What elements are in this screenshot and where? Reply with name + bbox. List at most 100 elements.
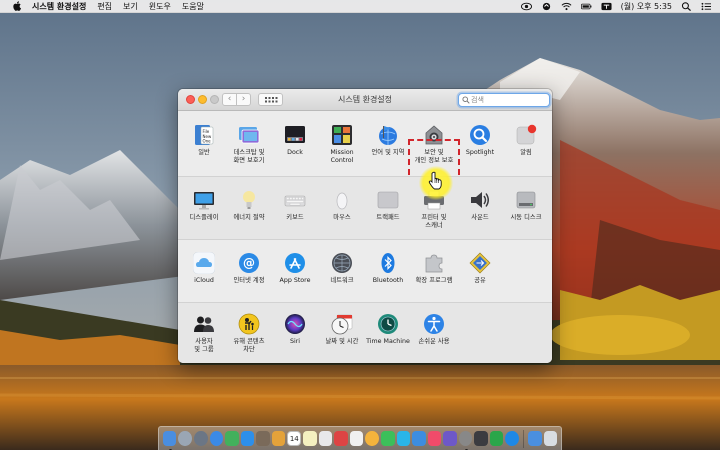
icloud-icon — [192, 251, 216, 275]
pane-accessibility[interactable]: 손쉬운 사용 — [410, 313, 458, 346]
menu-view[interactable]: 보기 — [123, 1, 138, 12]
pane-energy-saver[interactable]: 에너지 절약 — [225, 189, 273, 222]
downloads-folder-icon[interactable] — [527, 431, 542, 446]
pane-extensions[interactable]: 확장 프로그램 — [410, 252, 458, 285]
pane-mouse[interactable]: 마우스 — [318, 189, 366, 222]
pane-icloud[interactable]: iCloud — [180, 251, 228, 285]
startup-disk-icon — [515, 189, 537, 211]
wifi-icon[interactable] — [561, 2, 572, 11]
pane-time-machine[interactable]: Time Machine — [364, 313, 412, 346]
pane-label: Spotlight — [465, 149, 495, 156]
pane-label: Dock — [287, 149, 303, 156]
pane-language-region[interactable]: 언어 및 지역 — [364, 124, 412, 157]
music-icon[interactable] — [427, 431, 442, 446]
pane-internet-accounts[interactable]: @ 인터넷 계정 — [225, 252, 273, 285]
finder-icon[interactable] — [162, 431, 177, 450]
pane-startup-disk[interactable]: 시동 디스크 — [502, 189, 550, 222]
pane-spotlight[interactable]: Spotlight — [456, 124, 504, 157]
pane-siri[interactable]: Siri — [271, 313, 319, 346]
notes-icon[interactable] — [303, 431, 317, 446]
pane-label: 트랙패드 — [376, 214, 400, 221]
sharing-icon — [469, 252, 491, 274]
chat-app-icon[interactable] — [396, 431, 411, 446]
pane-label: 언어 및 지역 — [371, 149, 405, 156]
kakaotalk-style-icon[interactable] — [489, 431, 504, 446]
clock-calendar-icon — [331, 313, 353, 335]
contacts-icon[interactable] — [271, 431, 286, 446]
pane-label: Mission Control — [330, 149, 354, 164]
prefs-row-hardware: 디스플레이 에너지 절약 키보드 마우스 트랙패드 프린터 및 스캐너 사운드 … — [178, 177, 552, 239]
search-field[interactable] — [458, 93, 550, 107]
mission-control-icon — [331, 124, 353, 146]
trackpad-icon — [377, 189, 399, 211]
accessibility-icon — [423, 313, 445, 335]
app-store-dock-icon[interactable] — [240, 431, 255, 446]
dock-separator — [523, 429, 524, 448]
pane-dock[interactable]: Dock — [271, 124, 319, 157]
pane-bluetooth[interactable]: Bluetooth — [364, 252, 412, 285]
pane-label: 프린터 및 스캐너 — [421, 214, 447, 229]
photos-browser-icon[interactable] — [256, 431, 270, 446]
input-source-icon[interactable] — [601, 2, 612, 11]
pane-label: 사운드 — [471, 214, 489, 221]
menu-help[interactable]: 도움말 — [182, 1, 204, 12]
safari-icon[interactable] — [209, 431, 224, 446]
pane-mission-control[interactable]: Mission Control — [318, 124, 366, 164]
pane-users-groups[interactable]: 사용자 및 그룹 — [180, 313, 228, 353]
siri-dock-icon[interactable] — [178, 431, 193, 446]
pane-label: 에너지 절약 — [233, 214, 265, 221]
menu-clock[interactable]: (월) 오후 5:35 — [621, 1, 672, 12]
pane-date-time[interactable]: 날짜 및 시간 — [318, 313, 366, 346]
trash-icon[interactable] — [543, 431, 558, 446]
pane-label: iCloud — [194, 277, 214, 284]
pane-sharing[interactable]: 공유 — [456, 252, 504, 285]
pane-label: 유해 콘텐츠 차단 — [233, 338, 265, 353]
messages-icon[interactable] — [225, 431, 239, 446]
siri-icon — [284, 313, 306, 335]
terminal-icon[interactable] — [474, 431, 488, 446]
search-input[interactable] — [471, 94, 547, 105]
spotlight-search-icon[interactable] — [681, 1, 692, 11]
pane-label: 인터넷 계정 — [233, 277, 265, 284]
browser-icon[interactable] — [505, 431, 520, 446]
system-preferences-dock-icon[interactable] — [458, 431, 473, 450]
pane-parental-controls[interactable]: 유해 콘텐츠 차단 — [225, 313, 273, 353]
dock: 14 — [158, 426, 562, 450]
menu-edit[interactable]: 편집 — [97, 1, 112, 12]
pane-displays[interactable]: 디스플레이 — [180, 189, 228, 222]
pane-app-store[interactable]: App Store — [271, 252, 319, 285]
pane-network[interactable]: 네트워크 — [318, 252, 366, 285]
pane-sound[interactable]: 사운드 — [456, 189, 504, 222]
menu-window[interactable]: 윈도우 — [149, 1, 171, 12]
magnifier-icon — [469, 124, 491, 146]
eye-status-icon[interactable] — [520, 2, 532, 11]
calendar-icon[interactable]: 14 — [287, 431, 302, 446]
notification-center-icon[interactable] — [701, 2, 712, 11]
keyboard-icon — [284, 189, 306, 211]
pane-general[interactable]: File New One 일반 — [180, 124, 228, 157]
pane-label: Time Machine — [366, 338, 410, 345]
menu-app-name[interactable]: 시스템 환경설정 — [32, 1, 86, 12]
facetime-icon[interactable] — [380, 431, 395, 446]
sync-status-icon[interactable] — [541, 2, 552, 11]
pane-desktop-screensaver[interactable]: 데스크탑 및 화면 보호기 — [225, 124, 273, 164]
preview-icon[interactable] — [349, 431, 364, 446]
pane-label: 날짜 및 시간 — [325, 338, 359, 345]
photos-icon[interactable] — [365, 431, 379, 446]
pane-label: 키보드 — [286, 214, 304, 221]
pane-label: 마우스 — [333, 214, 351, 221]
photo-booth-icon[interactable] — [334, 431, 348, 446]
reminders-icon[interactable] — [318, 431, 333, 446]
calendar-day: 14 — [289, 435, 299, 443]
battery-icon[interactable] — [580, 2, 592, 11]
pane-label: App Store — [279, 277, 311, 284]
books-icon[interactable] — [443, 431, 457, 446]
pane-trackpad[interactable]: 트랙패드 — [364, 189, 412, 222]
pane-notifications[interactable]: 알림 — [502, 124, 550, 157]
keynote-icon[interactable] — [412, 431, 426, 446]
apple-menu-icon[interactable] — [12, 1, 22, 11]
pane-label: Siri — [289, 338, 301, 345]
puzzle-icon — [423, 252, 445, 274]
pane-keyboard[interactable]: 키보드 — [271, 189, 319, 222]
launchpad-icon[interactable] — [194, 431, 208, 446]
